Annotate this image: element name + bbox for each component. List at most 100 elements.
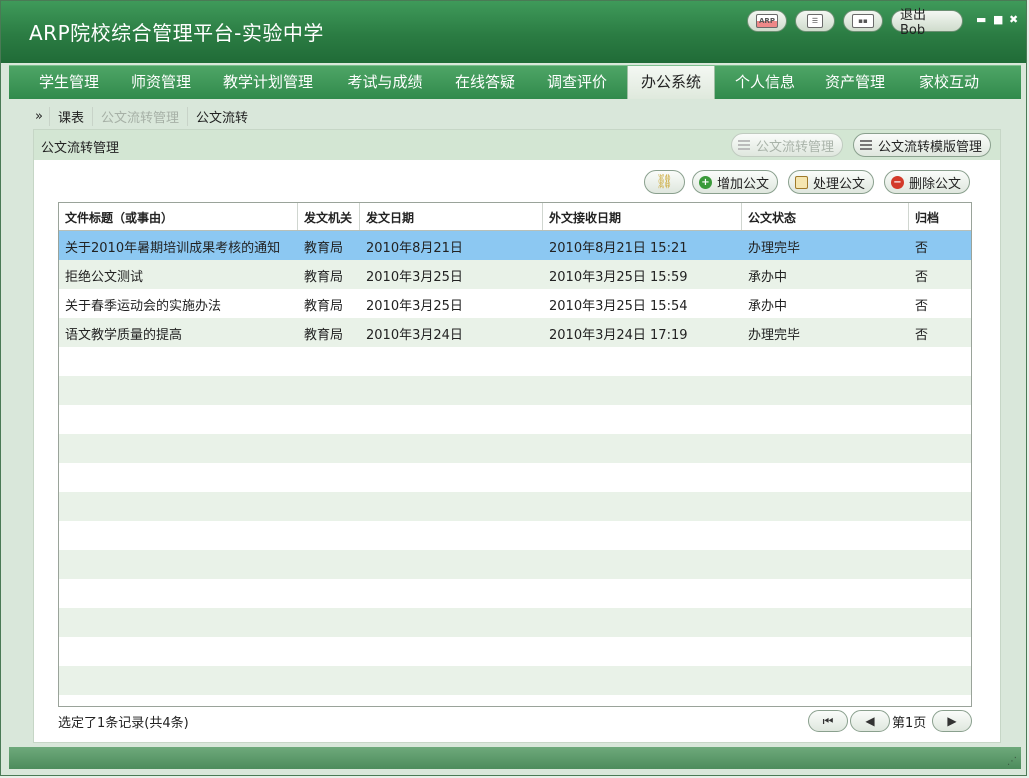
nav-item-office[interactable]: 办公系统 [627,66,715,99]
nav-item-student[interactable]: 学生管理 [21,66,117,99]
cell-archived [909,376,971,405]
menu-button[interactable]: ☰ [795,10,835,32]
cell-status [742,550,909,579]
arp-button[interactable]: ARP [747,10,787,32]
table-row[interactable] [59,376,971,405]
cell-receive-date: 2010年3月25日 15:54 [549,299,688,314]
add-icon: + [699,175,712,189]
cell-status [742,637,909,666]
logout-button[interactable]: 退出 Bob [891,8,963,38]
cell-issue-date [360,434,543,463]
column-header-issuer[interactable]: 发文机关 [298,203,360,230]
cell-archived: 否 [915,299,929,314]
table-row[interactable] [59,579,971,608]
close-icon[interactable]: ✖ [1009,13,1018,26]
add-doc-label: 增加公文 [717,176,770,192]
table-row[interactable]: 关于2010年暑期培训成果考核的通知 教育局 2010年8月21日 2010年8月21… [59,231,971,260]
breadcrumb: » 课表 公文流转管理 公文流转 [35,106,256,126]
app-title: ARP院校综合管理平台-实验中学 [29,21,324,45]
doc-flow-panel: 公文流转管理 公文流转管理 公文流转模版管理 ⛓ + 增加公文 处理公文 − 删… [33,129,1001,743]
add-doc-button[interactable]: + 增加公文 [692,170,779,194]
resize-grip-icon[interactable]: ⋰ [1007,756,1017,767]
template-manage-label: 公文流转模版管理 [878,139,983,155]
prev-page-button[interactable]: ◀ [850,710,890,732]
table-row[interactable] [59,637,971,666]
table-row[interactable] [59,405,971,434]
cell-receive-date [543,666,742,695]
cell-issuer [298,579,360,608]
doc-flow-manage-button[interactable]: 公文流转管理 [731,133,844,157]
cell-issue-date: 2010年3月24日 [366,328,463,343]
nav-item-teaching-plan[interactable]: 教学计划管理 [207,66,329,99]
table-row[interactable] [59,434,971,463]
table-row[interactable]: 关于春季运动会的实施办法 教育局 2010年3月25日 2010年3月25日 15:5… [59,289,971,318]
cell-receive-date [543,637,742,666]
cell-issuer: 教育局 [304,328,344,343]
nav-item-faculty[interactable]: 师资管理 [117,66,205,99]
cell-issue-date [360,405,543,434]
first-page-button[interactable]: ⏮ [808,710,848,732]
cell-title [59,347,298,376]
cell-title [59,434,298,463]
table-row[interactable] [59,550,971,579]
table-row[interactable] [59,347,971,376]
delete-doc-button[interactable]: − 删除公文 [884,170,971,194]
panel-title: 公文流转管理 [41,141,120,156]
link-icon: ⛓ [655,174,674,190]
cell-title [59,579,298,608]
nav-item-qa[interactable]: 在线答疑 [441,66,529,99]
table-row[interactable] [59,608,971,637]
title-bar: ARP院校综合管理平台-实验中学 ARP ☰ ▪▪ 退出 Bob ▬ ■ ✖ [1,1,1026,63]
minimize-icon[interactable]: ▬ [976,13,986,26]
column-header-status[interactable]: 公文状态 [742,203,909,230]
maximize-icon[interactable]: ■ [993,13,1003,26]
cell-archived [909,608,971,637]
table-row[interactable] [59,521,971,550]
cell-archived [909,521,971,550]
template-manage-button[interactable]: 公文流转模版管理 [853,133,992,157]
table-row[interactable] [59,463,971,492]
keyboard-button[interactable]: ▪▪ [843,10,883,32]
cell-title [59,521,298,550]
cell-receive-date [543,347,742,376]
table-row[interactable] [59,492,971,521]
cell-receive-date [543,434,742,463]
nav-item-home-school[interactable]: 家校互动 [903,66,995,99]
cell-issue-date [360,492,543,521]
breadcrumb-item-doc-flow[interactable]: 公文流转 [187,106,256,126]
cell-title: 关于春季运动会的实施办法 [65,299,222,314]
cell-issuer [298,434,360,463]
nav-item-assets[interactable]: 资产管理 [811,66,899,99]
breadcrumb-expand-icon[interactable]: » [35,109,49,124]
cell-receive-date: 2010年3月25日 15:59 [549,270,688,285]
cell-archived [909,492,971,521]
cell-status [742,405,909,434]
table-row[interactable]: 语文教学质量的提高 教育局 2010年3月24日 2010年3月24日 17:19 办理… [59,318,971,347]
nav-item-exams[interactable]: 考试与成绩 [331,66,439,99]
arp-icon: ARP [756,14,778,28]
process-doc-button[interactable]: 处理公文 [788,170,875,194]
column-header-archived[interactable]: 归档 [909,203,971,230]
cell-receive-date [543,492,742,521]
cell-issuer [298,492,360,521]
cell-archived [909,637,971,666]
table-row[interactable] [59,666,971,695]
breadcrumb-item-schedule[interactable]: 课表 [48,106,92,126]
cell-receive-date [543,579,742,608]
nav-item-survey[interactable]: 调查评价 [531,66,623,99]
column-header-issue-date[interactable]: 发文日期 [360,203,543,230]
next-page-button[interactable]: ▶ [932,710,972,732]
cell-title [59,637,298,666]
column-header-title[interactable]: 文件标题（或事由） [59,203,298,230]
cell-issue-date: 2010年3月25日 [366,270,463,285]
cell-issuer [298,376,360,405]
cell-archived [909,405,971,434]
cell-issue-date: 2010年3月25日 [366,299,463,314]
nav-item-personal[interactable]: 个人信息 [721,66,809,99]
cell-archived [909,550,971,579]
link-button[interactable]: ⛓ [644,170,685,194]
column-header-receive-date[interactable]: 外文接收日期 [543,203,742,230]
cell-archived: 否 [915,241,929,256]
table-row[interactable]: 拒绝公文测试 教育局 2010年3月25日 2010年3月25日 15:59 承办中 否 [59,260,971,289]
breadcrumb-item-doc-manage[interactable]: 公文流转管理 [91,106,187,126]
